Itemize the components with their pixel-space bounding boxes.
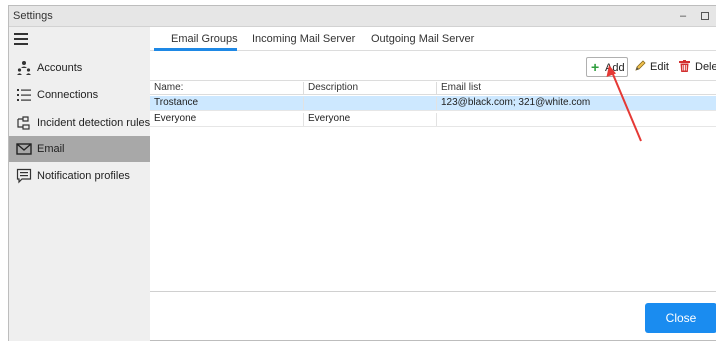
trash-icon — [679, 60, 690, 72]
column-header-name[interactable]: Name: — [150, 82, 304, 95]
delete-button-label: Delete — [695, 61, 716, 73]
table-row[interactable]: Trostance 123@black.com; 321@white.com — [150, 96, 716, 111]
main-content: Email Groups Incoming Mail Server Outgoi… — [150, 27, 716, 341]
maximize-button[interactable] — [696, 8, 714, 24]
maximize-icon — [701, 12, 709, 21]
add-button[interactable]: + Add — [586, 57, 628, 77]
notification-icon — [16, 168, 32, 184]
active-tab-indicator — [154, 48, 237, 51]
plus-icon: + — [591, 59, 600, 75]
cell-email-list: 123@black.com; 321@white.com — [441, 97, 591, 108]
column-header-description[interactable]: Description — [304, 82, 437, 95]
accounts-icon — [17, 61, 31, 75]
cell-name: Everyone — [150, 113, 304, 126]
tab-email-groups[interactable]: Email Groups — [171, 33, 238, 45]
title-bar: Settings – X — [9, 6, 716, 27]
cell-description: Everyone — [304, 113, 437, 126]
sidebar-item-label: Connections — [37, 89, 99, 101]
sidebar-item-label: Email — [37, 143, 65, 155]
sidebar: Accounts Connections Incident detection … — [9, 27, 150, 341]
window-title: Settings — [13, 10, 53, 22]
sidebar-item-notification-profiles[interactable]: Notification profiles — [9, 163, 150, 189]
sidebar-item-accounts[interactable]: Accounts — [9, 55, 150, 81]
sidebar-item-email[interactable]: Email — [9, 136, 150, 162]
hamburger-icon[interactable] — [14, 33, 28, 45]
pencil-icon — [635, 60, 646, 71]
cell-name: Trostance — [150, 97, 304, 110]
rules-icon — [17, 116, 30, 130]
sidebar-item-label: Incident detection rules — [37, 117, 151, 129]
table-header: Name: Description Email list — [150, 80, 716, 95]
footer-divider — [150, 291, 716, 292]
list-icon — [17, 89, 31, 101]
envelope-icon — [16, 143, 32, 155]
sidebar-item-incident-detection-rules[interactable]: Incident detection rules — [9, 110, 150, 136]
close-button[interactable]: Close — [645, 303, 716, 333]
settings-window: Settings – X Accounts Connections — [8, 5, 716, 341]
cell-email-list — [437, 113, 716, 126]
sidebar-item-label: Notification profiles — [37, 170, 130, 182]
tab-outgoing-mail-server[interactable]: Outgoing Mail Server — [371, 33, 474, 45]
sidebar-item-label: Accounts — [37, 62, 83, 74]
minimize-button[interactable]: – — [674, 8, 692, 24]
tab-incoming-mail-server[interactable]: Incoming Mail Server — [252, 33, 355, 45]
table-row[interactable]: Everyone Everyone — [150, 112, 716, 127]
edit-button-label: Edit — [650, 61, 669, 73]
sidebar-item-connections[interactable]: Connections — [9, 82, 150, 108]
add-button-label: Add — [605, 62, 625, 74]
column-header-email-list[interactable]: Email list — [437, 82, 716, 95]
cell-description — [304, 97, 437, 110]
tab-bar: Email Groups Incoming Mail Server Outgoi… — [150, 27, 716, 51]
